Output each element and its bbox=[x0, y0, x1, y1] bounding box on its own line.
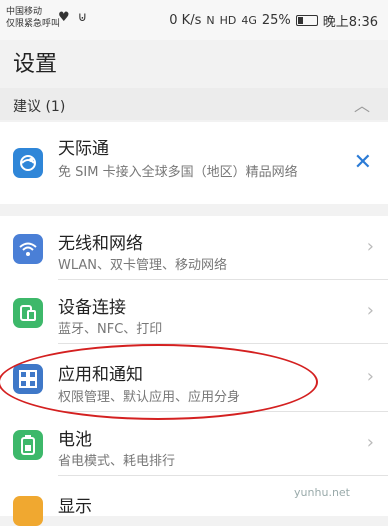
suggestions-header[interactable]: 建议 (1) ︿ bbox=[0, 88, 388, 120]
chevron-right-icon: › bbox=[366, 432, 374, 453]
chevron-up-icon[interactable]: ︿ bbox=[354, 92, 370, 116]
device-connect-icon bbox=[13, 298, 43, 328]
item-title: 电池 bbox=[58, 430, 92, 450]
suggestions-label: 建议 (1) bbox=[13, 99, 66, 115]
item-subtitle: 省电模式、耗电排行 bbox=[58, 454, 176, 469]
wifi-icon bbox=[13, 234, 43, 264]
signal-icon: 4G bbox=[241, 14, 257, 27]
battery-icon bbox=[295, 15, 318, 26]
globe-icon bbox=[13, 148, 43, 178]
clock: 晚上8:36 bbox=[322, 15, 378, 30]
list-item-battery[interactable]: 电池 省电模式、耗电排行 › bbox=[0, 412, 388, 476]
item-subtitle: WLAN、双卡管理、移动网络 bbox=[58, 258, 228, 273]
network-speed: 0 K/s bbox=[169, 13, 202, 28]
item-title: 应用和通知 bbox=[58, 365, 143, 385]
battery-percent: 25% bbox=[261, 13, 291, 28]
item-subtitle: 权限管理、默认应用、应用分身 bbox=[58, 390, 241, 405]
suggestion-desc: 免 SIM 卡接入全球多国（地区）精品网络 bbox=[58, 165, 298, 180]
chevron-right-icon: › bbox=[366, 236, 374, 257]
close-icon[interactable]: ✕ bbox=[354, 150, 372, 175]
item-subtitle: 蓝牙、NFC、打印 bbox=[58, 322, 163, 337]
status-bar: 中国移动 仅限紧急呼叫 ♥ ⊍ 0 K/s N HD 4G 25% 晚上8:36 bbox=[0, 0, 388, 40]
status-left-icons: ♥ ⊍ bbox=[58, 10, 90, 25]
battery-icon bbox=[13, 430, 43, 460]
item-title: 无线和网络 bbox=[58, 234, 143, 254]
apps-grid-icon bbox=[13, 364, 43, 394]
carrier-name: 中国移动 bbox=[6, 7, 43, 17]
carrier-status: 仅限紧急呼叫 bbox=[6, 19, 61, 29]
chevron-right-icon: › bbox=[366, 300, 374, 321]
item-title: 设备连接 bbox=[58, 298, 126, 318]
suggestion-title: 天际通 bbox=[58, 139, 109, 159]
watermark: yunhu.net bbox=[294, 486, 350, 499]
list-item-wireless-network[interactable]: 无线和网络 WLAN、双卡管理、移动网络 › bbox=[0, 216, 388, 280]
list-item-device-connection[interactable]: 设备连接 蓝牙、NFC、打印 › bbox=[0, 280, 388, 344]
item-title: 显示 bbox=[58, 497, 92, 517]
display-icon bbox=[13, 496, 43, 526]
chevron-right-icon: › bbox=[366, 366, 374, 387]
status-right: 0 K/s N HD 4G 25% 晚上8:36 bbox=[169, 11, 378, 30]
nfc-icon: N bbox=[206, 14, 215, 27]
page-title: 设置 bbox=[13, 52, 58, 77]
carrier-info: 中国移动 仅限紧急呼叫 bbox=[6, 6, 60, 30]
list-item-apps-notifications[interactable]: 应用和通知 权限管理、默认应用、应用分身 › bbox=[0, 344, 388, 412]
hd-icon: HD bbox=[219, 14, 237, 27]
settings-list: 无线和网络 WLAN、双卡管理、移动网络 › 设备连接 蓝牙、NFC、打印 › … bbox=[0, 216, 388, 526]
suggestion-card[interactable]: 天际通 免 SIM 卡接入全球多国（地区）精品网络 ✕ bbox=[0, 122, 388, 204]
